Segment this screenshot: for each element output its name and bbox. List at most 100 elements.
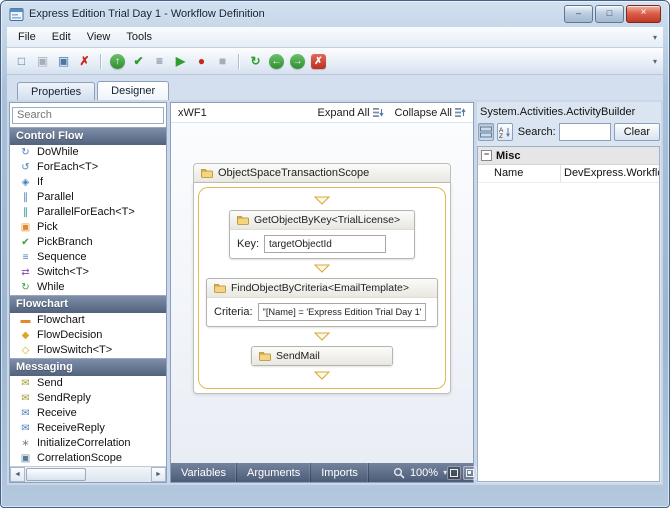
forward-button[interactable]: → — [288, 52, 307, 71]
svg-text:Z: Z — [499, 133, 503, 138]
toolbox-item-receive[interactable]: ✉Receive — [10, 406, 166, 421]
save-as-button[interactable]: ▣ — [54, 52, 73, 71]
toolbox-item-parallel[interactable]: ∥Parallel — [10, 190, 166, 205]
scrollbar-track[interactable] — [25, 467, 151, 482]
menu-file[interactable]: File — [10, 29, 44, 45]
scrollbar-thumb[interactable] — [26, 468, 86, 481]
menu-edit[interactable]: Edit — [44, 29, 79, 45]
getobjectbykey-header[interactable]: GetObjectByKey<TrialLicense> — [230, 211, 414, 229]
toolbox-item-while[interactable]: ↻While — [10, 280, 166, 295]
findobjectbycriteria-activity[interactable]: FindObjectByCriteria<EmailTemplate> Crit… — [206, 278, 438, 327]
toolbox-item-pick[interactable]: ▣Pick — [10, 220, 166, 235]
validate-button[interactable]: ✔ — [129, 52, 148, 71]
expand-all-button[interactable]: Expand All — [318, 107, 384, 119]
categorized-view-button[interactable] — [478, 123, 494, 141]
menu-tools[interactable]: Tools — [118, 29, 160, 45]
toolbox-item-initializecorrelation[interactable]: ∗InitializeCorrelation — [10, 436, 166, 451]
getobjectbykey-body: Key: — [230, 229, 414, 258]
toolbox-item-label: FlowSwitch<T> — [37, 344, 112, 356]
toolbox-item-if[interactable]: ◈If — [10, 175, 166, 190]
toolbox-item-flowdecision[interactable]: ◆FlowDecision — [10, 328, 166, 343]
toolbox-category-flowchart[interactable]: Flowchart — [10, 295, 166, 313]
imports-button[interactable]: Imports — [311, 463, 369, 482]
upload-button[interactable]: ↑ — [108, 52, 127, 71]
tab-properties[interactable]: Properties — [17, 82, 95, 101]
toolbox-item-sendreply[interactable]: ✉SendReply — [10, 391, 166, 406]
drop-triangle-icon — [314, 264, 330, 273]
toolbar-overflow-icon[interactable]: ▾ — [647, 57, 663, 66]
maximize-button[interactable]: □ — [595, 5, 624, 23]
toolbox-item-sequence[interactable]: ≡Sequence — [10, 250, 166, 265]
designer-canvas[interactable]: ObjectSpaceTransactionScope GetObjectByK… — [171, 123, 473, 463]
sendmail-activity[interactable]: SendMail — [251, 346, 393, 366]
scroll-right-button[interactable]: ► — [151, 467, 166, 482]
close-button[interactable]: × — [626, 5, 661, 23]
toolbox-item-flowswitch[interactable]: ◇FlowSwitch<T> — [10, 343, 166, 358]
findobjectbycriteria-body: Criteria: — [207, 297, 437, 326]
toolbox-item-flowchart[interactable]: ▬Flowchart — [10, 313, 166, 328]
toolbox-item-dowhile[interactable]: ↻DoWhile — [10, 145, 166, 160]
toolbox-search-input[interactable] — [12, 107, 164, 124]
toolbox-item-send[interactable]: ✉Send — [10, 376, 166, 391]
back-button[interactable]: ← — [267, 52, 286, 71]
new-document-button[interactable]: □ — [12, 52, 31, 71]
collapse-all-icon — [455, 107, 466, 118]
designer-footer: Variables Arguments Imports 100% ▾ — [171, 463, 473, 482]
toolbox-category-messaging[interactable]: Messaging — [10, 358, 166, 376]
report-button[interactable]: ≡ — [150, 52, 169, 71]
toolbox-item-pickbranch[interactable]: ✔PickBranch — [10, 235, 166, 250]
folder-icon — [259, 351, 271, 361]
toolbox-item-parallelforeach[interactable]: ∥ParallelForEach<T> — [10, 205, 166, 220]
toolbox-item-foreach[interactable]: ↺ForEach<T> — [10, 160, 166, 175]
main-content: Control Flow ↻DoWhile ↺ForEach<T> ◈If ∥P… — [7, 100, 663, 485]
transaction-scope-header[interactable]: ObjectSpaceTransactionScope — [193, 163, 451, 183]
collapse-all-button[interactable]: Collapse All — [395, 107, 466, 119]
sendmail-header[interactable]: SendMail — [252, 347, 392, 365]
designer-actions: Expand All Collapse All — [318, 107, 466, 119]
toolbox-item-receivereply[interactable]: ✉ReceiveReply — [10, 421, 166, 436]
parallelforeach-icon: ∥ — [19, 207, 32, 218]
toolbox-item-label: InitializeCorrelation — [37, 437, 131, 449]
key-input[interactable] — [264, 235, 386, 253]
record-button[interactable]: ● — [192, 52, 211, 71]
fit-to-screen-button[interactable] — [447, 466, 461, 480]
overview-button[interactable] — [463, 466, 477, 480]
scroll-left-button[interactable]: ◄ — [10, 467, 25, 482]
abort-button[interactable]: ✗ — [309, 52, 328, 71]
alphabetical-sort-button[interactable]: AZ — [497, 123, 513, 141]
category-row-misc[interactable]: − Misc — [478, 147, 659, 165]
flowchart-icon: ▬ — [19, 315, 32, 326]
toolbox-item-switch[interactable]: ⇄Switch<T> — [10, 265, 166, 280]
clear-button[interactable]: Clear — [614, 123, 660, 141]
property-row-name[interactable]: Name DevExpress.Workflow — [478, 165, 659, 183]
delete-button[interactable]: ✗ — [75, 52, 94, 71]
getobjectbykey-activity[interactable]: GetObjectByKey<TrialLicense> Key: — [229, 210, 415, 259]
findobjectbycriteria-header[interactable]: FindObjectByCriteria<EmailTemplate> — [207, 279, 437, 297]
property-value-cell[interactable]: DevExpress.Workflow — [561, 165, 659, 182]
save-button[interactable]: ▣ — [33, 52, 52, 71]
run-button[interactable]: ▶ — [171, 52, 190, 71]
toolbox-item-correlationscope[interactable]: ▣CorrelationScope — [10, 451, 166, 466]
workflow-breadcrumb[interactable]: xWF1 — [178, 107, 207, 119]
refresh-button[interactable]: ↻ — [246, 52, 265, 71]
menubar-overflow-icon[interactable]: ▾ — [647, 33, 663, 42]
toolbox-item-label: CorrelationScope — [37, 452, 122, 464]
properties-search-input[interactable] — [559, 123, 611, 141]
tab-designer[interactable]: Designer — [97, 81, 169, 102]
variables-button[interactable]: Variables — [171, 463, 237, 482]
collapse-icon[interactable]: − — [481, 150, 492, 161]
collapse-all-label: Collapse All — [395, 107, 452, 119]
arguments-button[interactable]: Arguments — [237, 463, 311, 482]
transaction-scope-activity[interactable]: ObjectSpaceTransactionScope GetObjectByK… — [193, 163, 451, 394]
toolbox-category-control-flow[interactable]: Control Flow — [10, 127, 166, 145]
sequence-container[interactable]: GetObjectByKey<TrialLicense> Key: — [198, 187, 446, 389]
zoom-level: 100% — [410, 467, 438, 479]
criteria-input[interactable] — [258, 303, 426, 321]
sequence-icon: ≡ — [19, 252, 32, 263]
minimize-button[interactable]: – — [564, 5, 593, 23]
property-name-cell[interactable]: Name — [478, 165, 561, 182]
stop-button[interactable]: ■ — [213, 52, 232, 71]
menu-view[interactable]: View — [79, 29, 119, 45]
zoom-control[interactable]: 100% ▾ — [393, 467, 447, 479]
folder-icon — [201, 168, 213, 178]
